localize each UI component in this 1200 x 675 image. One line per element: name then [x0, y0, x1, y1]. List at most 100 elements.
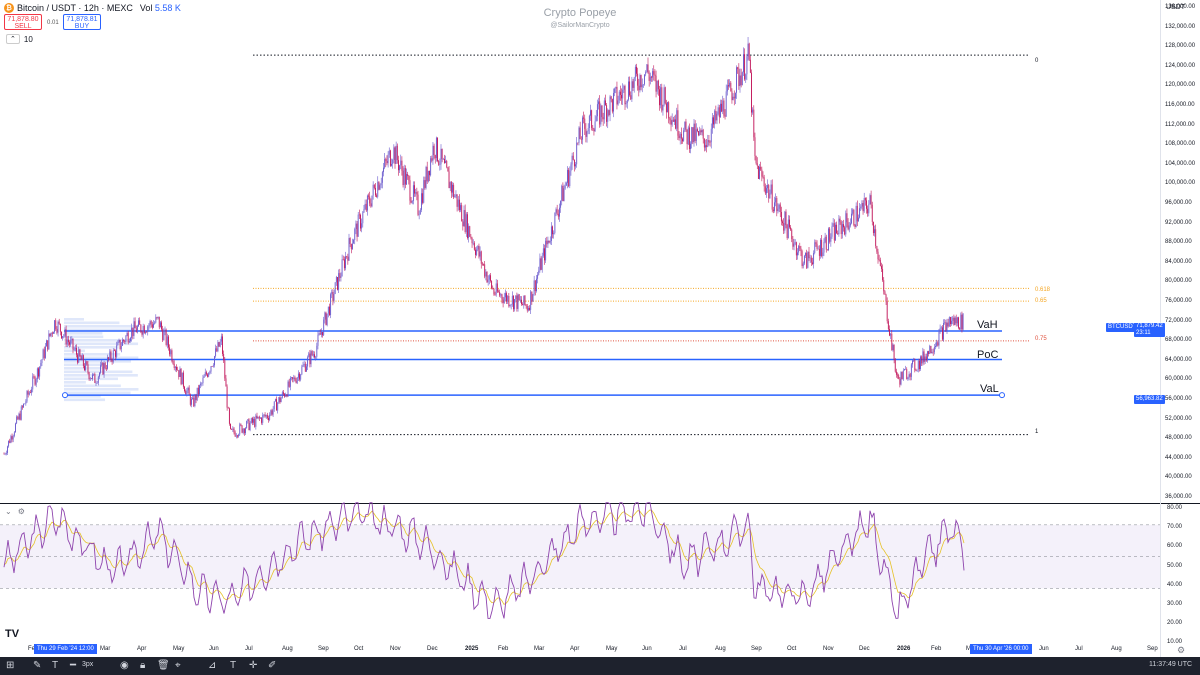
candle-body — [895, 371, 897, 375]
candle-body — [235, 435, 237, 437]
candle-body — [63, 335, 65, 337]
candle-body — [256, 415, 258, 419]
trash-icon[interactable]: 🗑︎ — [157, 660, 170, 671]
candle-body — [483, 263, 484, 265]
candle-body — [931, 351, 933, 353]
candle-body — [621, 94, 622, 99]
text-icon[interactable]: T — [230, 660, 236, 671]
utc-clock[interactable]: 11:37:49 UTC — [1149, 661, 1192, 668]
crosshair-icon[interactable]: ✛ — [249, 660, 257, 671]
line-width-icon[interactable]: ━ — [70, 660, 76, 671]
pen-icon[interactable]: ✐ — [268, 660, 276, 671]
candle-body — [534, 280, 536, 292]
candle-body — [296, 377, 298, 383]
candle-body — [840, 221, 842, 235]
candle-body — [323, 319, 325, 336]
candle-body — [317, 334, 319, 346]
candle-body — [356, 223, 358, 237]
candle-body — [485, 271, 487, 277]
candle-body — [546, 240, 548, 245]
candle-body — [779, 204, 781, 213]
settings-icon[interactable]: ⚙ — [18, 507, 25, 516]
candle-body — [557, 213, 559, 217]
candle-body — [948, 317, 950, 327]
candle-body — [294, 377, 296, 381]
candle-body — [110, 351, 112, 360]
candle-body — [333, 293, 335, 301]
candle-body — [289, 377, 291, 387]
lock-icon[interactable]: 🔒︎ — [140, 660, 145, 671]
rsi-axis-label: 60.00 — [1167, 543, 1183, 550]
candle-body — [24, 403, 26, 405]
candle-body — [890, 333, 892, 336]
candle-body — [784, 211, 786, 231]
candle-body — [671, 119, 673, 125]
candle-body — [508, 295, 510, 307]
candle-body — [541, 255, 543, 270]
candle-body — [76, 347, 77, 355]
volume-profile-bar — [64, 388, 139, 391]
candle-body — [113, 350, 115, 351]
price-axis-label: 120,000.00 — [1165, 82, 1196, 89]
candle-body — [30, 392, 31, 394]
candle-body — [471, 238, 473, 244]
gear-icon[interactable]: ⚙ — [1177, 645, 1185, 656]
candle-body — [825, 236, 827, 250]
candle-body — [954, 317, 956, 325]
candle-body — [687, 127, 689, 145]
candle-body — [847, 222, 849, 230]
candle-body — [395, 145, 397, 164]
candle-body — [927, 351, 928, 361]
pencil-icon[interactable]: ✎ — [33, 660, 41, 671]
candle-body — [348, 238, 350, 261]
candle-body — [802, 263, 804, 267]
candle-body — [291, 377, 292, 378]
candle-body — [656, 80, 658, 92]
text-icon[interactable]: T — [52, 660, 58, 671]
candle-body — [117, 341, 119, 346]
price-axis-label: 132,000.00 — [1165, 23, 1196, 30]
candle-body — [148, 325, 150, 327]
rsi-axis-label: 70.00 — [1167, 524, 1183, 531]
eye-icon[interactable]: ◉ — [120, 660, 129, 671]
candle-body — [645, 71, 647, 75]
candle-body — [64, 329, 66, 336]
candle-body — [9, 440, 11, 443]
fib-075-label: 0.75 — [1035, 336, 1047, 342]
candle-body — [220, 336, 222, 342]
candle-body — [871, 204, 873, 222]
candle-body — [284, 393, 286, 397]
measure-icon[interactable]: ⊿ — [208, 660, 216, 671]
candle-body — [146, 331, 148, 333]
level-handle — [62, 392, 68, 399]
candle-body — [84, 365, 85, 371]
stroke-width[interactable]: 3px — [82, 661, 93, 668]
candle-body — [694, 123, 696, 141]
add-icon[interactable]: ⊞ — [6, 660, 14, 671]
candle-body — [632, 81, 634, 88]
time-axis-label: Jun — [1039, 646, 1049, 652]
rsi-pane-controls[interactable]: ⌄ ⚙ — [5, 507, 25, 516]
candle-body — [16, 416, 18, 424]
candle-body — [441, 148, 443, 160]
chevron-down-icon[interactable]: ⌄ — [5, 507, 12, 516]
candle-body — [619, 91, 621, 95]
cursor-icon[interactable]: ⌖ — [175, 660, 181, 671]
time-axis-label: Aug — [1111, 646, 1122, 652]
candle-body — [539, 258, 541, 271]
candle-body — [352, 243, 353, 250]
price-chart[interactable] — [0, 0, 1200, 675]
tradingview-logo-icon[interactable]: TV — [5, 628, 19, 640]
candle-body — [783, 223, 785, 231]
candle-body — [378, 181, 380, 190]
candle-body — [353, 239, 355, 244]
fib-1-label: 1 — [1035, 429, 1039, 435]
candle-body — [552, 226, 553, 235]
candle-body — [705, 145, 706, 148]
candle-body — [55, 320, 57, 330]
candle-body — [782, 221, 783, 224]
candle-body — [524, 295, 526, 305]
candle-body — [738, 69, 740, 86]
candle-body — [526, 305, 528, 311]
candle-body — [192, 397, 194, 399]
